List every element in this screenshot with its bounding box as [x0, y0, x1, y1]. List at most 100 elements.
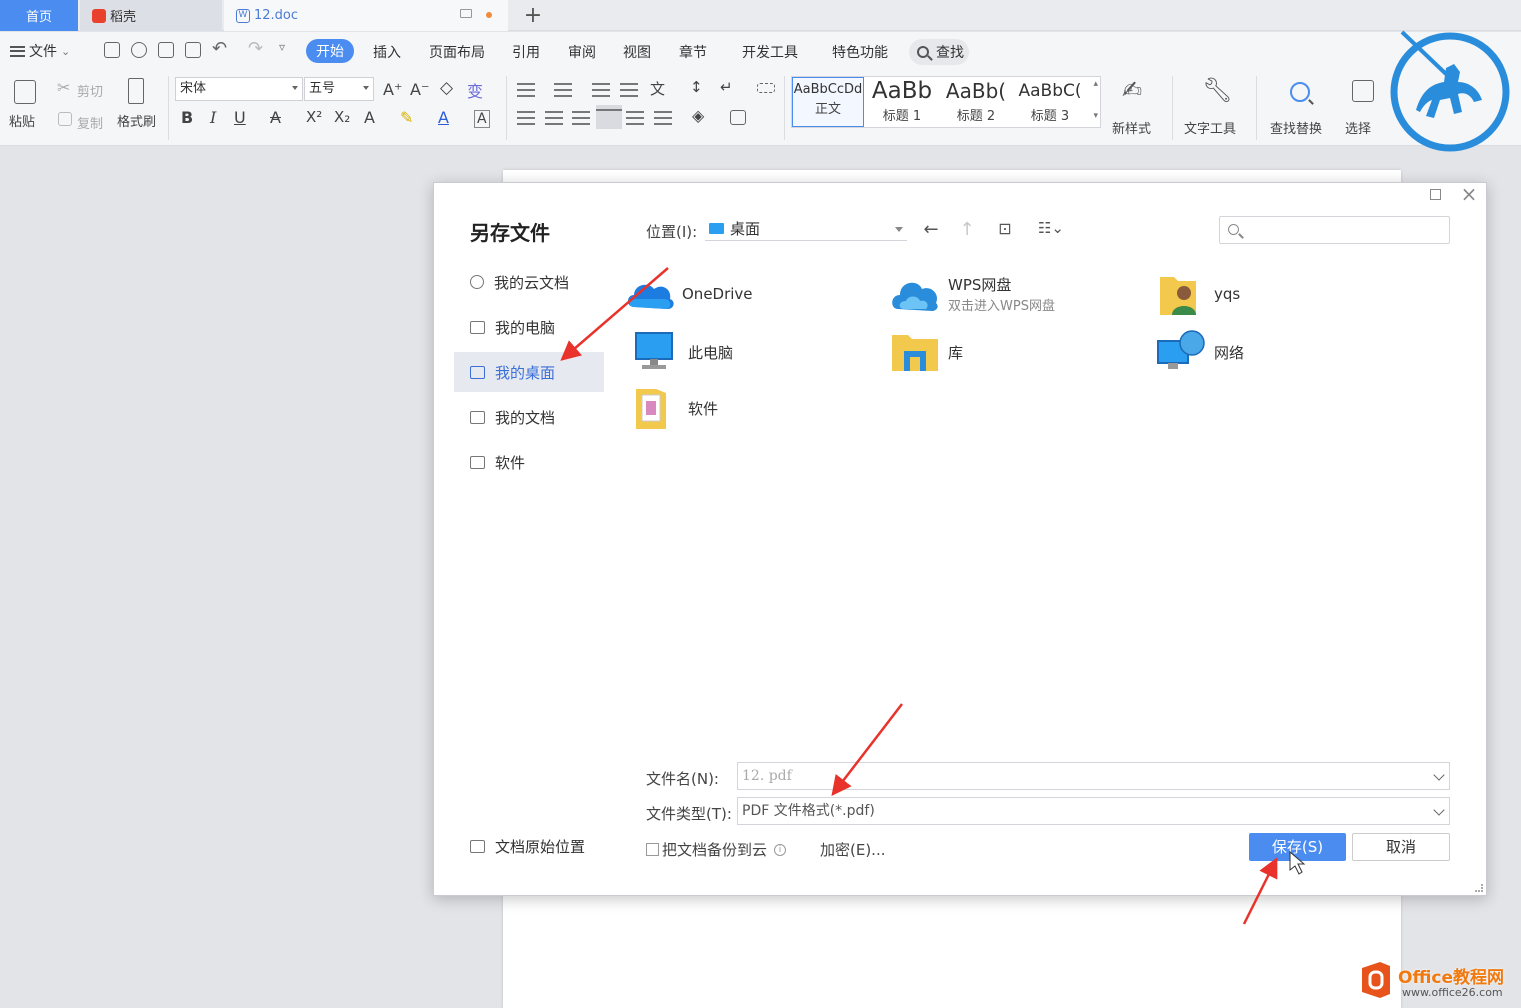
file-item-wps-drive[interactable]: WPS网盘 双击进入WPS网盘 [890, 271, 1055, 317]
font-size-select[interactable]: 五号 [304, 77, 374, 101]
print-preview-icon[interactable] [185, 42, 201, 58]
file-item-user-folder[interactable]: yqs [1156, 271, 1240, 317]
print-icon[interactable] [158, 42, 174, 58]
phonetic-icon[interactable]: 变 [467, 78, 483, 102]
select-icon[interactable] [1352, 80, 1374, 102]
distribute-icon[interactable] [626, 111, 644, 125]
show-marks-icon[interactable]: ↵ [720, 78, 733, 96]
menu-references[interactable]: 引用 [512, 42, 540, 62]
file-item-onedrive[interactable]: OneDrive [624, 271, 753, 317]
original-location-button[interactable]: 文档原始位置 [470, 836, 585, 857]
text-tools-button[interactable]: 文字工具 [1184, 118, 1236, 137]
find-button[interactable]: 查找 [909, 39, 969, 65]
menu-view[interactable]: 视图 [623, 42, 651, 62]
location-select[interactable]: 桌面 [705, 217, 907, 241]
menu-home[interactable]: 开始 [306, 39, 354, 63]
wrench-icon[interactable]: 🔧︎ [1202, 76, 1232, 104]
view-mode-icon[interactable]: ☷⌄ [1034, 219, 1068, 237]
backup-checkbox[interactable] [646, 843, 659, 856]
backup-to-cloud[interactable]: 把文档备份到云 i [646, 839, 787, 860]
line-spacing-icon[interactable] [654, 111, 672, 125]
text-effect-icon[interactable]: A [364, 108, 375, 127]
char-border-icon[interactable]: A [474, 110, 490, 128]
borders-icon[interactable] [730, 110, 746, 125]
menu-insert[interactable]: 插入 [373, 42, 401, 62]
italic-icon[interactable]: I [210, 108, 216, 127]
style-heading-3[interactable]: AaBbC( 标题 3 [1014, 77, 1086, 127]
save-icon[interactable] [104, 42, 120, 58]
nav-my-desktop[interactable]: 我的桌面 [454, 352, 604, 392]
find-replace-icon[interactable] [1290, 82, 1310, 102]
paste-button[interactable]: 粘贴 [9, 111, 35, 130]
shading-icon[interactable]: ◈ [692, 106, 704, 125]
format-painter-icon[interactable] [128, 78, 144, 104]
export-icon[interactable] [131, 42, 147, 58]
superscript-icon[interactable]: X² [306, 108, 322, 126]
align-right-icon[interactable] [572, 111, 590, 125]
gallery-expand-icon[interactable]: ▾ [1093, 111, 1098, 121]
highlight-icon[interactable]: ✎ [400, 108, 413, 127]
subscript-icon[interactable]: X₂ [334, 108, 350, 126]
menu-section[interactable]: 章节 [679, 42, 707, 62]
up-arrow-icon[interactable]: ↑ [956, 219, 978, 240]
numbered-list-icon[interactable] [554, 83, 572, 97]
new-style-icon[interactable]: ✍ [1122, 76, 1142, 104]
maximize-icon[interactable] [1430, 189, 1441, 200]
format-painter-button[interactable]: 格式刷 [117, 111, 156, 130]
back-arrow-icon[interactable]: ← [920, 219, 942, 240]
bullet-list-icon[interactable] [517, 83, 535, 97]
tab-daoke[interactable]: 稻壳 [80, 0, 222, 31]
nav-my-documents[interactable]: 我的文档 [454, 397, 604, 437]
bold-icon[interactable]: B [181, 108, 193, 127]
file-item-software-folder[interactable]: 软件 [630, 385, 718, 431]
select-button[interactable]: 选择 [1345, 118, 1371, 137]
gallery-scroll-icon[interactable]: ▴ [1093, 79, 1098, 89]
align-center-icon[interactable] [545, 111, 563, 125]
filename-input[interactable]: 12. pdf [737, 762, 1450, 790]
align-left-icon[interactable] [517, 111, 535, 125]
menu-features[interactable]: 特色功能 [832, 42, 888, 62]
undo-icon[interactable]: ↶ [212, 38, 227, 59]
nav-my-computer[interactable]: 我的电脑 [454, 307, 604, 347]
menu-review[interactable]: 审阅 [568, 42, 596, 62]
nav-software[interactable]: 软件 [454, 442, 604, 482]
copy-button[interactable]: 复制 [77, 113, 103, 132]
tab-home[interactable]: 首页 [0, 0, 78, 31]
strikethrough-icon[interactable]: A [270, 108, 281, 127]
sort-icon[interactable]: ↕ [690, 78, 703, 96]
grow-font-icon[interactable]: A⁺ [383, 80, 402, 99]
paste-icon[interactable] [14, 80, 36, 104]
monitor-icon[interactable] [460, 9, 472, 18]
new-style-button[interactable]: 新样式 [1112, 118, 1151, 137]
menu-page-layout[interactable]: 页面布局 [429, 42, 485, 62]
save-button[interactable]: 保存(S) [1249, 833, 1346, 861]
style-heading-1[interactable]: AaBb 标题 1 [866, 77, 938, 127]
chinese-layout-icon[interactable]: 文 [650, 78, 665, 99]
copy-icon[interactable] [58, 112, 72, 126]
scissors-icon[interactable]: ✂ [57, 78, 70, 97]
customize-toolbar-icon[interactable]: ▿ [279, 40, 285, 54]
close-icon[interactable]: × [1460, 183, 1478, 205]
new-tab-button[interactable]: + [516, 0, 550, 31]
nav-cloud-docs[interactable]: 我的云文档 [454, 262, 604, 302]
shrink-font-icon[interactable]: A⁻ [410, 80, 429, 99]
new-folder-icon[interactable]: ⊡ [994, 219, 1016, 238]
table-icon[interactable] [757, 83, 775, 93]
find-replace-button[interactable]: 查找替换 [1270, 118, 1322, 137]
style-normal[interactable]: AaBbCcDd 正文 [792, 77, 864, 127]
font-name-select[interactable]: 宋体 [175, 77, 303, 101]
clear-format-icon[interactable]: ◇ [440, 78, 453, 98]
file-item-this-pc[interactable]: 此电脑 [630, 329, 733, 375]
cut-button[interactable]: 剪切 [77, 81, 103, 100]
encrypt-button[interactable]: 加密(E)... [820, 839, 886, 860]
file-item-network[interactable]: 网络 [1156, 329, 1244, 375]
info-icon[interactable]: i [774, 843, 787, 856]
increase-indent-icon[interactable] [620, 83, 638, 97]
resize-grip-icon[interactable] [1475, 884, 1483, 892]
cancel-button[interactable]: 取消 [1352, 833, 1450, 861]
file-item-library[interactable]: 库 [890, 329, 963, 375]
underline-icon[interactable]: U [234, 108, 246, 127]
menu-developer[interactable]: 开发工具 [742, 42, 798, 62]
file-menu[interactable]: 文件 ⌄ [10, 41, 70, 61]
decrease-indent-icon[interactable] [592, 83, 610, 97]
